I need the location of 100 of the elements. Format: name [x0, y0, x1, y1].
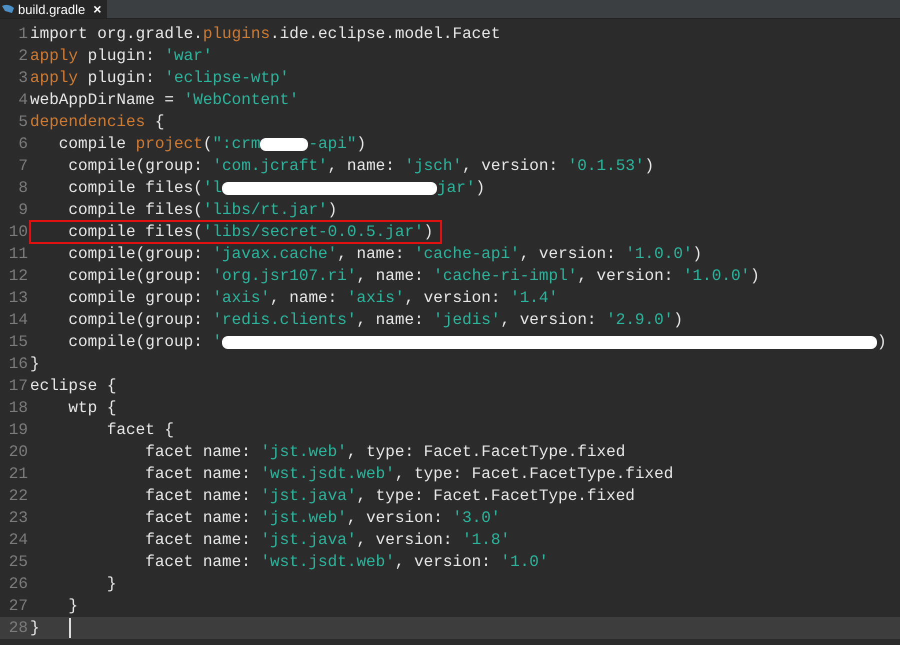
- code-text: 'jsch': [404, 157, 462, 175]
- code-text: compile files(: [67, 179, 203, 197]
- code-text: , type: Facet.FacetType.fixed: [346, 443, 626, 461]
- code-text: compile(group:: [67, 245, 204, 263]
- code-text: , version:: [404, 289, 502, 307]
- code-text: 'jst.java': [260, 531, 356, 549]
- line-number: 5: [17, 113, 28, 131]
- line-number: 6: [17, 135, 28, 153]
- code-text: , version:: [577, 267, 674, 285]
- code-text: facet name:: [144, 487, 252, 505]
- code-text: ): [750, 267, 760, 285]
- code-text: 'eclipse-wtp': [164, 69, 290, 87]
- code-text: compile files(: [67, 223, 203, 241]
- code-text: apply: [30, 69, 78, 87]
- code-text: facet {: [106, 421, 174, 439]
- line-number: 11: [8, 245, 28, 263]
- line-number: 8: [17, 179, 28, 197]
- code-text: '1.0': [500, 553, 548, 571]
- line-number: 18: [8, 399, 28, 417]
- code-text: ): [673, 311, 683, 329]
- code-text: , version:: [520, 245, 617, 263]
- code-text: plugin:: [86, 69, 156, 87]
- line-number: 20: [8, 443, 28, 461]
- code-text: ): [877, 333, 887, 351]
- code-text: '0.1.53': [568, 157, 645, 175]
- code-text: ): [328, 201, 338, 219]
- code-text: facet name:: [144, 531, 252, 549]
- code-text: .ide.eclipse.model.Facet: [270, 25, 500, 43]
- code-text: 'redis.clients': [212, 311, 356, 329]
- line-number: 16: [8, 355, 28, 373]
- code-text: jar': [437, 179, 476, 197]
- code-text: compile(group:: [67, 267, 204, 285]
- code-text: }: [67, 597, 78, 615]
- line-number: 23: [8, 509, 28, 527]
- line-number: 4: [17, 91, 28, 109]
- code-text: , name:: [337, 245, 406, 263]
- code-text: ): [475, 179, 486, 197]
- code-text: 'jst.java': [260, 487, 356, 505]
- line-number: 14: [8, 311, 28, 329]
- code-text: -api": [308, 135, 356, 153]
- code-text: ":crm: [212, 135, 260, 153]
- code-text: 'libs/secret-0.0.5.jar': [202, 223, 424, 241]
- line-number: 13: [8, 289, 28, 307]
- code-text: 'war': [164, 47, 212, 65]
- code-text: }: [30, 355, 40, 373]
- line-number: 25: [8, 553, 28, 571]
- line-number: 12: [8, 267, 28, 285]
- code-text: (: [202, 135, 212, 153]
- code-text: compile: [58, 135, 128, 153]
- code-text: wtp {: [67, 399, 116, 417]
- code-text: ): [692, 245, 702, 263]
- code-text: facet name:: [144, 465, 252, 483]
- line-number: 15: [8, 333, 28, 351]
- code-text: , name:: [328, 157, 396, 175]
- code-text: ): [356, 135, 366, 153]
- code-text: 'wst.jsdt.web': [260, 553, 395, 571]
- code-text: , name:: [356, 311, 425, 329]
- code-text: , name:: [270, 289, 338, 307]
- line-number: 10: [8, 223, 28, 241]
- code-text: facet name:: [144, 509, 252, 527]
- code-text: 'axis': [212, 289, 270, 307]
- code-text: '3.0': [452, 509, 500, 527]
- code-text: 'com.jcraft': [212, 157, 328, 175]
- code-text: dependencies: [30, 113, 146, 131]
- code-text: }: [30, 619, 40, 637]
- code-text: 'jedis': [433, 311, 500, 329]
- line-number: 24: [8, 531, 28, 549]
- code-text: 'javax.cache': [212, 245, 338, 263]
- line-number: 22: [8, 487, 28, 505]
- code-text: eclipse {: [30, 377, 116, 395]
- code-text: plugin:: [86, 47, 156, 65]
- line-number: 7: [17, 157, 28, 175]
- line-number: 27: [8, 597, 28, 615]
- line-number: 17: [8, 377, 28, 395]
- code-text: facet name:: [144, 443, 252, 461]
- code-text: ): [424, 223, 434, 241]
- code-text: , type: Facet.FacetType.fixed: [356, 487, 635, 505]
- code-text: {: [154, 113, 164, 131]
- code-text: '1.4': [510, 289, 558, 307]
- editor-tab[interactable]: build.gradle ×: [0, 0, 108, 18]
- line-number: 1: [17, 25, 28, 43]
- code-text: '1.0.0': [682, 267, 750, 285]
- code-text: compile(group:: [67, 157, 204, 175]
- close-icon[interactable]: ×: [93, 1, 102, 17]
- code-text: compile(group:: [67, 333, 204, 351]
- code-text: , version:: [500, 311, 598, 329]
- code-text: compile(group:: [67, 311, 204, 329]
- line-number: 26: [8, 575, 28, 593]
- code-text: , version:: [462, 157, 560, 175]
- code-text: 'WebContent': [184, 91, 299, 109]
- code-text: '1.8': [462, 531, 510, 549]
- code-text: , version:: [346, 509, 444, 527]
- code-text: 'jst.web': [260, 443, 347, 461]
- code-text: 'cache-api': [414, 245, 520, 263]
- line-number: 28: [8, 619, 28, 637]
- code-text: project: [136, 135, 203, 153]
- line-number: 2: [17, 47, 28, 65]
- code-text: compile group:: [67, 289, 204, 307]
- line-number: 19: [8, 421, 28, 439]
- code-text: , type: Facet.FacetType.fixed: [394, 465, 674, 483]
